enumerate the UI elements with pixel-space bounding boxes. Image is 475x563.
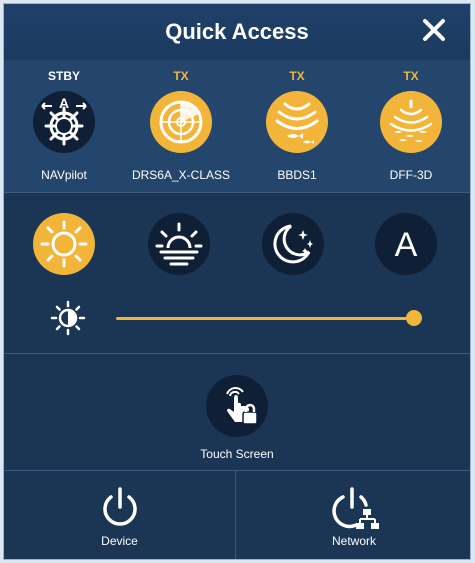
auto-brightness-icon: A (375, 213, 437, 275)
day-mode-button[interactable] (32, 212, 96, 276)
header: Quick Access (4, 4, 470, 60)
page-title: Quick Access (165, 19, 309, 44)
device-label: DFF-3D (389, 168, 433, 182)
device-row: STBY A NAVpilot TX DRS6A_X-CLASS TX BBDS… (4, 60, 470, 192)
3d-sonar-icon (380, 91, 442, 153)
device-radar[interactable]: TX DRS6A_X-CLASS (126, 60, 236, 192)
sonar-fish-icon (266, 91, 328, 153)
autopilot-helm-icon: A (33, 91, 95, 153)
touch-screen-label: Touch Screen (200, 447, 274, 461)
auto-mode-label: A (395, 226, 418, 264)
sunset-icon (148, 213, 210, 275)
network-button-label: Network (331, 534, 376, 548)
divider (4, 192, 470, 193)
device-status: TX (173, 69, 189, 83)
device-label: NAVpilot (41, 168, 87, 182)
divider (4, 353, 470, 354)
moon-stars-icon (262, 213, 324, 275)
device-bbds1[interactable]: TX BBDS1 (242, 60, 352, 192)
device-button-label: Device (101, 534, 138, 548)
sun-icon (33, 213, 95, 275)
device-label: BBDS1 (277, 168, 317, 182)
dusk-mode-button[interactable] (147, 212, 211, 276)
device-status: TX (289, 69, 305, 83)
network-button[interactable]: Network (236, 471, 470, 559)
quick-access-panel: Quick Access STBY A NAVpilot TX DRS6A_X-… (3, 3, 471, 560)
power-network-icon (332, 487, 379, 529)
brightness-icon (50, 300, 86, 336)
close-icon (423, 19, 445, 41)
brightness-slider-row (4, 294, 470, 336)
device-navpilot[interactable]: STBY A NAVpilot (9, 60, 119, 192)
radar-icon (150, 91, 212, 153)
device-status: STBY (47, 69, 80, 83)
night-mode-button[interactable] (261, 212, 325, 276)
brightness-slider-track[interactable] (116, 317, 414, 320)
auto-mode-button[interactable]: A (374, 212, 438, 276)
power-icon (102, 487, 137, 526)
close-button[interactable] (420, 16, 448, 44)
brightness-slider-thumb[interactable] (406, 310, 422, 326)
svg-text:A: A (59, 95, 69, 111)
device-label: DRS6A_X-CLASS (131, 168, 231, 182)
device-button[interactable]: Device (4, 471, 235, 559)
device-status: TX (403, 69, 419, 83)
device-dff3d[interactable]: TX DFF-3D (356, 60, 466, 192)
touch-lock-icon (206, 375, 268, 437)
